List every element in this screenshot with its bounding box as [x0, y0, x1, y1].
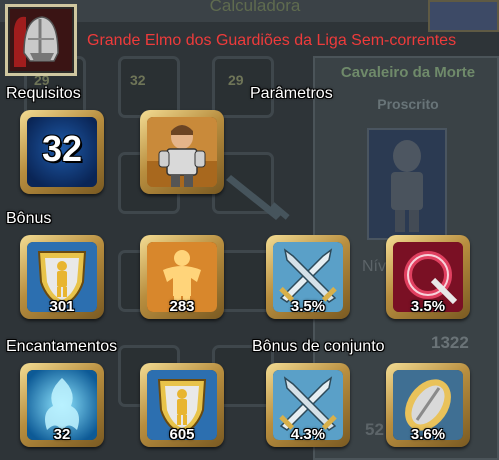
bonus-label: Bônus	[6, 210, 52, 227]
enchantment-value: 605	[169, 426, 195, 443]
bonus-tile[interactable]: 283	[140, 235, 224, 319]
item-icon	[5, 4, 77, 76]
knight-character-icon	[147, 117, 217, 187]
parameters-label: Parâmetros	[250, 85, 333, 102]
set-bonus-tile[interactable]: 3.6%	[386, 363, 470, 447]
requirements-label: Requisitos	[6, 85, 81, 102]
character-thumbnail[interactable]	[428, 0, 499, 32]
bonus-tile[interactable]: 3.5%	[386, 235, 470, 319]
subclass-name: Proscrito	[377, 96, 439, 112]
required-class-tile[interactable]	[140, 110, 224, 194]
slot-level: 29	[228, 72, 244, 88]
set-bonus-tile[interactable]: 4.3%	[266, 363, 350, 447]
bonus-value: 283	[169, 298, 195, 315]
level-label: Nív	[362, 258, 386, 275]
item-name: Grande Elmo dos Guardiões da Liga Sem-co…	[87, 32, 457, 49]
helmet-icon	[10, 9, 72, 71]
stat-value: 52	[365, 420, 384, 439]
window-title: Calculadora	[209, 0, 301, 15]
sword-icon	[226, 175, 290, 220]
class-name: Cavaleiro da Morte	[340, 64, 476, 81]
required-level-value: 32	[41, 128, 83, 169]
set-bonus-value: 4.3%	[290, 426, 326, 443]
enchantment-tile[interactable]: 32	[20, 363, 104, 447]
enchantment-tile[interactable]: 605	[140, 363, 224, 447]
set-bonus-value: 3.6%	[410, 426, 446, 443]
bonus-tile[interactable]: 301	[20, 235, 104, 319]
enchantments-label: Encantamentos	[6, 338, 118, 355]
set-bonus-label: Bônus de conjunto	[252, 338, 385, 355]
bonus-value: 301	[49, 298, 75, 315]
stat-value: 1322	[431, 333, 469, 352]
character-portrait	[367, 128, 447, 240]
enchantment-value: 32	[53, 426, 71, 443]
required-level-tile[interactable]: 32	[20, 110, 104, 194]
equipment-slot[interactable]	[118, 56, 180, 118]
bonus-value: 3.5%	[410, 298, 446, 315]
bonus-value: 3.5%	[290, 298, 326, 315]
slot-level: 32	[130, 72, 146, 88]
bonus-tile[interactable]: 3.5%	[266, 235, 350, 319]
